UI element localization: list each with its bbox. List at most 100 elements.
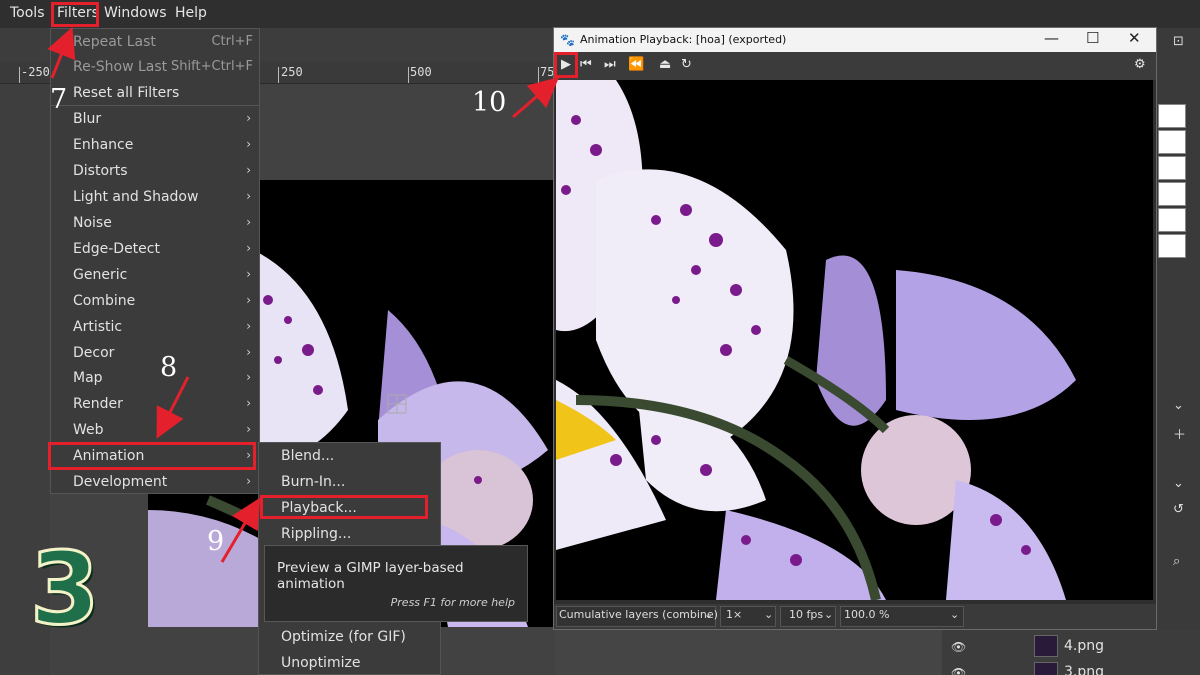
menu-item-combine[interactable]: Combine xyxy=(73,293,135,309)
menu-help[interactable]: Help xyxy=(175,5,207,21)
chevron-down-icon[interactable]: ⌄ xyxy=(1173,476,1184,491)
search-icon[interactable]: ⌕ xyxy=(1173,554,1180,569)
chevron-right-icon: › xyxy=(246,163,251,177)
menu-item-reset-all-filters[interactable]: Reset all Filters xyxy=(73,85,179,101)
tooltip-help-text: Press F1 for more help xyxy=(390,596,515,609)
skip-end-icon[interactable]: ⏭ xyxy=(604,57,616,72)
layer-name[interactable]: 4.png xyxy=(1064,638,1104,654)
chevron-down-icon: ⌄ xyxy=(950,608,960,621)
submenu-item-unoptimize[interactable]: Unoptimize xyxy=(281,655,360,671)
playback-status-bar: Cumulative layers (combine) ⌄ 1× ⌄ 10 fp… xyxy=(554,604,1156,629)
layer-thumbnail xyxy=(1034,662,1058,675)
rewind-icon[interactable]: ⏪ xyxy=(628,57,644,72)
chevron-right-icon: › xyxy=(246,474,251,488)
chevron-right-icon: › xyxy=(246,241,251,255)
skip-start-icon[interactable]: ⏮ xyxy=(580,57,592,72)
submenu-item-blend[interactable]: Blend... xyxy=(281,448,334,464)
dock-menu-icon[interactable]: ⊡ xyxy=(1173,34,1184,49)
fps-select-value: 10 fps xyxy=(789,608,824,621)
ruler-label: 500 xyxy=(410,65,432,79)
brush-thumb[interactable] xyxy=(1158,156,1186,180)
ruler-label: 250 xyxy=(281,65,303,79)
menu-item-noise[interactable]: Noise xyxy=(73,215,112,231)
play-highlight-box xyxy=(554,52,578,78)
menu-tools[interactable]: Tools xyxy=(10,5,45,21)
menu-item-blur[interactable]: Blur xyxy=(73,111,101,127)
chevron-right-icon: › xyxy=(246,215,251,229)
menu-item-development[interactable]: Development xyxy=(73,474,167,490)
window-title-bar: 🐾 Animation Playback: [hoa] (exported) —… xyxy=(554,28,1156,52)
detach-icon[interactable]: ⏏ xyxy=(659,57,671,72)
chevron-right-icon: › xyxy=(246,111,251,125)
chevron-down-icon: ⌄ xyxy=(764,608,774,621)
menu-item-distorts[interactable]: Distorts xyxy=(73,163,128,179)
chevron-right-icon: › xyxy=(246,396,251,410)
animation-playback-window: 🐾 Animation Playback: [hoa] (exported) —… xyxy=(553,27,1157,630)
chevron-right-icon: › xyxy=(246,137,251,151)
plus-icon[interactable]: ＋ xyxy=(1173,424,1186,443)
tooltip: Preview a GIMP layer-based animation Pre… xyxy=(264,545,528,622)
zoom-select-value: 100.0 % xyxy=(844,608,890,621)
layers-panel: 👁 4.png 👁 3.png xyxy=(942,630,1200,675)
submenu-item-optimize-gif[interactable]: Optimize (for GIF) xyxy=(281,629,406,645)
brush-thumb[interactable] xyxy=(1158,208,1186,232)
chevron-right-icon: › xyxy=(246,422,251,436)
menu-item-enhance[interactable]: Enhance xyxy=(73,137,133,153)
gimp-screenshot: Tools Filters Windows Help -250 250 500 … xyxy=(0,0,1200,675)
menu-windows[interactable]: Windows xyxy=(104,5,167,21)
step-number-10: 10 xyxy=(472,87,507,118)
menu-item-reshow-last[interactable]: Re-Show Last xyxy=(73,59,167,75)
maximize-icon[interactable]: ☐ xyxy=(1086,29,1099,47)
submenu-item-rippling[interactable]: Rippling... xyxy=(281,526,351,542)
reset-icon[interactable]: ↺ xyxy=(1173,502,1184,517)
animation-highlight-box xyxy=(48,442,256,470)
minimize-icon[interactable]: — xyxy=(1044,29,1059,47)
brush-thumb[interactable] xyxy=(1158,104,1186,128)
eye-icon[interactable]: 👁 xyxy=(951,666,966,675)
menu-item-map[interactable]: Map xyxy=(73,370,103,386)
menu-item-render[interactable]: Render xyxy=(73,396,123,412)
menu-item-web[interactable]: Web xyxy=(73,422,104,438)
chevron-down-icon: ⌄ xyxy=(824,608,834,621)
shortcut-label: Shift+Ctrl+F xyxy=(171,59,253,74)
playback-preview xyxy=(556,80,1153,600)
step-number-9: 9 xyxy=(207,526,225,557)
menu-item-generic[interactable]: Generic xyxy=(73,267,127,283)
settings-icon[interactable]: ⚙ xyxy=(1134,57,1146,72)
chevron-down-icon[interactable]: ⌄ xyxy=(1173,398,1184,413)
layer-thumbnail xyxy=(1034,635,1058,657)
chevron-right-icon: › xyxy=(246,189,251,203)
brush-thumb[interactable] xyxy=(1158,234,1186,258)
menu-item-artistic[interactable]: Artistic xyxy=(73,319,122,335)
shortcut-label: Ctrl+F xyxy=(211,34,253,49)
filters-menu: Repeat Last Ctrl+F Re-Show Last Shift+Ct… xyxy=(50,28,260,494)
orchid-preview-image xyxy=(556,80,1153,600)
chevron-right-icon: › xyxy=(246,319,251,333)
brush-thumb[interactable] xyxy=(1158,130,1186,154)
step-number-8: 8 xyxy=(160,352,178,383)
brush-thumb[interactable] xyxy=(1158,182,1186,206)
chevron-right-icon: › xyxy=(246,345,251,359)
menu-separator xyxy=(51,105,259,106)
gimp-logo-icon: 🐾 xyxy=(560,33,575,47)
playback-highlight-box xyxy=(260,495,428,519)
playback-toolbar: ▶ ⏮ ⏭ ⏪ ⏏ ↻ ⚙ xyxy=(554,52,1156,80)
chevron-down-icon: ⌄ xyxy=(704,608,714,621)
speed-select-value: 1× xyxy=(726,608,743,621)
ruler-label: -250 xyxy=(21,65,50,79)
mode-select-value: Cumulative layers (combine) xyxy=(559,608,718,621)
menu-item-edge-detect[interactable]: Edge-Detect xyxy=(73,241,160,257)
window-title: Animation Playback: [hoa] (exported) xyxy=(580,33,787,46)
close-icon[interactable]: ✕ xyxy=(1128,29,1141,47)
menu-item-decor[interactable]: Decor xyxy=(73,345,114,361)
step-number-7: 7 xyxy=(50,84,68,115)
menu-bar: Tools Filters Windows Help xyxy=(0,0,1200,28)
refresh-icon[interactable]: ↻ xyxy=(681,57,692,72)
chevron-right-icon: › xyxy=(246,293,251,307)
menu-item-light-and-shadow[interactable]: Light and Shadow xyxy=(73,189,198,205)
menu-item-repeat-last[interactable]: Repeat Last xyxy=(73,34,156,50)
big-step-number: 3 xyxy=(29,529,102,649)
eye-icon[interactable]: 👁 xyxy=(951,640,966,654)
submenu-item-burn-in[interactable]: Burn-In... xyxy=(281,474,345,490)
layer-name[interactable]: 3.png xyxy=(1064,664,1104,675)
